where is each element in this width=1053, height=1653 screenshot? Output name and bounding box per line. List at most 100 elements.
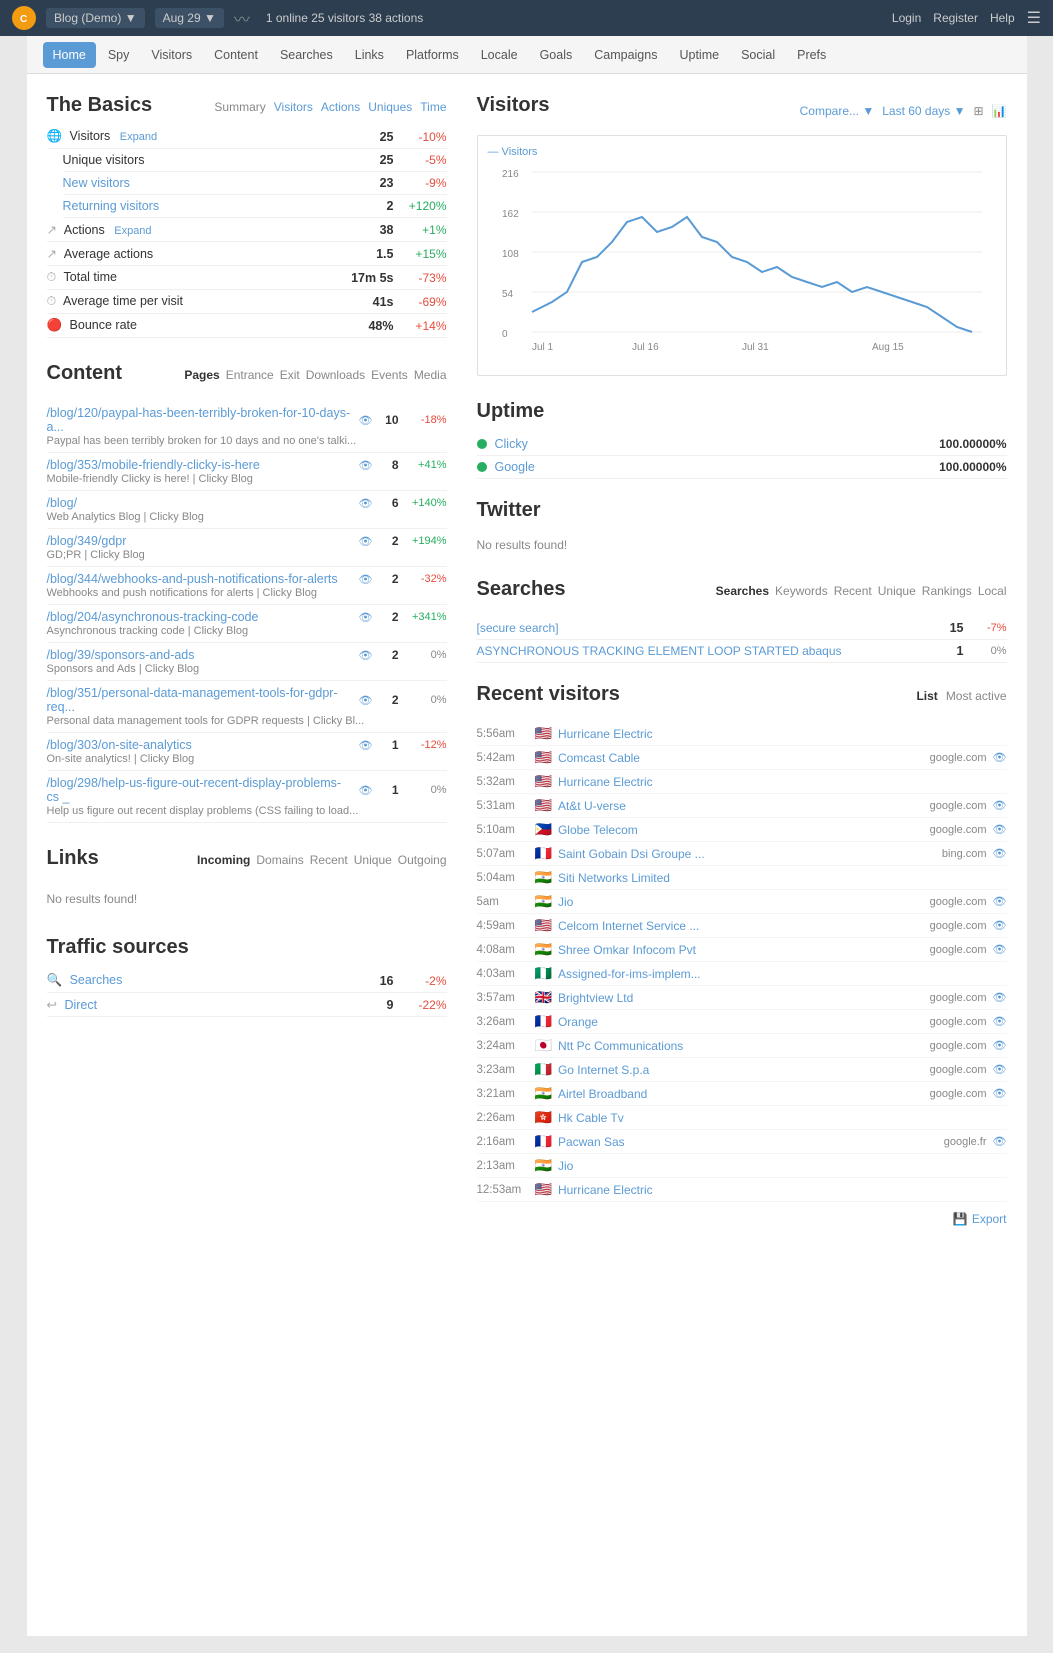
google-uptime-link[interactable]: Google	[495, 460, 535, 474]
stat-change-actions: +1%	[402, 223, 447, 237]
page-link[interactable]: /blog/344/webhooks-and-push-notification…	[47, 572, 353, 586]
tab-searches[interactable]: Searches	[716, 584, 769, 598]
page-link[interactable]: /blog/351/personal-data-management-tools…	[47, 686, 353, 714]
page-item: /blog/120/paypal-has-been-terribly-broke…	[47, 401, 447, 453]
navbar-date[interactable]: Aug 29 ▼	[155, 8, 224, 28]
login-link[interactable]: Login	[892, 11, 921, 25]
help-link[interactable]: Help	[990, 11, 1015, 25]
page-link[interactable]: /blog/	[47, 496, 353, 510]
menu-icon[interactable]: ☰	[1027, 8, 1041, 28]
page-link[interactable]: /blog/298/help-us-figure-out-recent-disp…	[47, 776, 353, 804]
visitor-row: 3:57am 🇬🇧 Brightview Ltd google.com 👁	[477, 986, 1007, 1010]
tab-uniques[interactable]: Uniques	[368, 100, 412, 114]
page-spy-icon[interactable]: 👁	[359, 414, 373, 427]
subnav-goals[interactable]: Goals	[530, 42, 583, 68]
stat-change-new: -9%	[402, 176, 447, 190]
page-spy-icon[interactable]: 👁	[359, 573, 373, 586]
page-link[interactable]: /blog/353/mobile-friendly-clicky-is-here	[47, 458, 353, 472]
bar-chart-icon[interactable]: 📊	[992, 104, 1007, 118]
tab-incoming[interactable]: Incoming	[197, 853, 250, 867]
visitor-page-icon[interactable]: 👁	[993, 847, 1007, 860]
register-link[interactable]: Register	[933, 11, 978, 25]
compare-button[interactable]: Compare... ▼	[800, 104, 875, 118]
stat-row-unique: Unique visitors 25 -5%	[63, 149, 447, 172]
visitors-expand[interactable]: Expand	[120, 131, 157, 143]
visitor-page-icon[interactable]: 👁	[993, 1087, 1007, 1100]
tab-summary[interactable]: Summary	[214, 100, 265, 114]
page-link[interactable]: /blog/120/paypal-has-been-terribly-broke…	[47, 406, 353, 434]
visitor-page-icon[interactable]: 👁	[993, 943, 1007, 956]
clicky-uptime-link[interactable]: Clicky	[495, 437, 528, 451]
tab-domains[interactable]: Domains	[256, 853, 303, 867]
traffic-title: Traffic sources	[47, 936, 447, 959]
subnav-social[interactable]: Social	[731, 42, 785, 68]
subnav-visitors[interactable]: Visitors	[141, 42, 202, 68]
period-button[interactable]: Last 60 days ▼	[882, 104, 965, 118]
tab-unique[interactable]: Unique	[354, 853, 392, 867]
tab-recent[interactable]: Recent	[310, 853, 348, 867]
page-spy-icon[interactable]: 👁	[359, 784, 373, 797]
page-link[interactable]: /blog/204/asynchronous-tracking-code	[47, 610, 353, 624]
tab-actions[interactable]: Actions	[321, 100, 360, 114]
direct-traffic-link[interactable]: Direct	[64, 998, 97, 1012]
tab-downloads[interactable]: Downloads	[306, 368, 365, 382]
visitor-page-icon[interactable]: 👁	[993, 991, 1007, 1004]
visitor-time: 3:24am	[477, 1040, 529, 1052]
tab-exit[interactable]: Exit	[280, 368, 300, 382]
visitor-page-icon[interactable]: 👁	[993, 895, 1007, 908]
page-spy-icon[interactable]: 👁	[359, 694, 373, 707]
tab-most-active[interactable]: Most active	[946, 689, 1007, 703]
tab-media[interactable]: Media	[414, 368, 447, 382]
subnav-uptime[interactable]: Uptime	[669, 42, 729, 68]
secure-search-link[interactable]: [secure search]	[477, 621, 559, 635]
tab-outgoing[interactable]: Outgoing	[398, 853, 447, 867]
tab-keywords[interactable]: Keywords	[775, 584, 828, 598]
returning-visitors-link[interactable]: Returning visitors	[63, 199, 160, 213]
chart-icon[interactable]: 〰	[234, 6, 250, 30]
page-link[interactable]: /blog/39/sponsors-and-ads	[47, 648, 353, 662]
tab-unique-search[interactable]: Unique	[878, 584, 916, 598]
tab-recent[interactable]: Recent	[834, 584, 872, 598]
visitor-page-icon[interactable]: 👁	[993, 1039, 1007, 1052]
navbar-site[interactable]: Blog (Demo) ▼	[46, 8, 145, 28]
subnav-links[interactable]: Links	[345, 42, 394, 68]
visitor-page-icon[interactable]: 👁	[993, 1063, 1007, 1076]
subnav-searches[interactable]: Searches	[270, 42, 343, 68]
page-spy-icon[interactable]: 👁	[359, 739, 373, 752]
visitor-page-icon[interactable]: 👁	[993, 799, 1007, 812]
searches-traffic-link[interactable]: Searches	[70, 973, 123, 987]
export-button[interactable]: 💾 Export	[953, 1212, 1007, 1226]
visitor-page-icon[interactable]: 👁	[993, 919, 1007, 932]
tab-list[interactable]: List	[916, 689, 937, 703]
subnav-campaigns[interactable]: Campaigns	[584, 42, 667, 68]
page-spy-icon[interactable]: 👁	[359, 649, 373, 662]
tab-entrance[interactable]: Entrance	[226, 368, 274, 382]
subnav-spy[interactable]: Spy	[98, 42, 140, 68]
page-link[interactable]: /blog/303/on-site-analytics	[47, 738, 353, 752]
visitor-page-icon[interactable]: 👁	[993, 1135, 1007, 1148]
new-visitors-link[interactable]: New visitors	[63, 176, 130, 190]
tab-visitors[interactable]: Visitors	[274, 100, 313, 114]
table-view-icon[interactable]: ⊞	[973, 104, 983, 118]
async-search-link[interactable]: ASYNCHRONOUS TRACKING ELEMENT LOOP START…	[477, 644, 842, 658]
page-spy-icon[interactable]: 👁	[359, 497, 373, 510]
page-spy-icon[interactable]: 👁	[359, 459, 373, 472]
tab-rankings[interactable]: Rankings	[922, 584, 972, 598]
visitor-flag: 🇮🇳	[535, 1157, 552, 1174]
subnav-home[interactable]: Home	[43, 42, 96, 68]
subnav-prefs[interactable]: Prefs	[787, 42, 836, 68]
page-spy-icon[interactable]: 👁	[359, 611, 373, 624]
tab-events[interactable]: Events	[371, 368, 408, 382]
page-link[interactable]: /blog/349/gdpr	[47, 534, 353, 548]
subnav-content[interactable]: Content	[204, 42, 268, 68]
visitor-page-icon[interactable]: 👁	[993, 751, 1007, 764]
subnav-locale[interactable]: Locale	[471, 42, 528, 68]
page-spy-icon[interactable]: 👁	[359, 535, 373, 548]
visitor-page-icon[interactable]: 👁	[993, 1015, 1007, 1028]
tab-time[interactable]: Time	[420, 100, 446, 114]
actions-expand[interactable]: Expand	[114, 225, 151, 237]
tab-pages[interactable]: Pages	[184, 368, 219, 382]
tab-local[interactable]: Local	[978, 584, 1007, 598]
subnav-platforms[interactable]: Platforms	[396, 42, 469, 68]
visitor-page-icon[interactable]: 👁	[993, 823, 1007, 836]
